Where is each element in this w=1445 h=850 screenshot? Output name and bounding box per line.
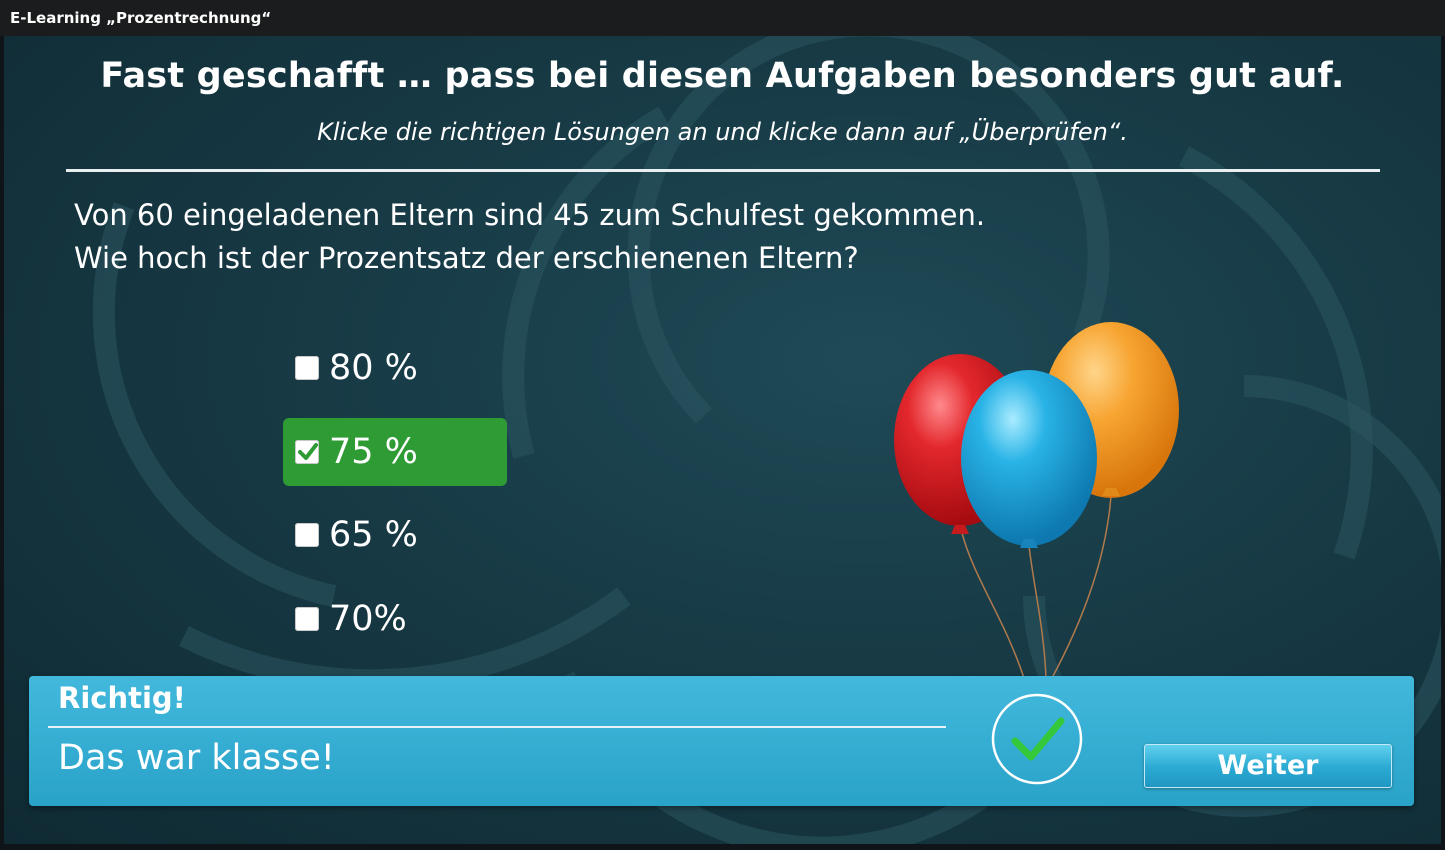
question-line-2: Wie hoch ist der Prozentsatz der erschie… <box>74 241 859 275</box>
feedback-title: Richtig! <box>58 681 186 715</box>
window-title: E-Learning „Prozentrechnung“ <box>0 0 1445 36</box>
slide-stage: Fast geschafft … pass bei diesen Aufgabe… <box>4 36 1441 844</box>
checkbox-unchecked-icon[interactable] <box>295 523 319 547</box>
answer-option-2-selected[interactable]: 75 % <box>283 418 507 486</box>
checkbox-unchecked-icon[interactable] <box>295 607 319 631</box>
answer-option-label: 65 % <box>329 515 418 555</box>
question-text: Von 60 eingeladenen Eltern sind 45 zum S… <box>74 194 1174 280</box>
feedback-divider <box>48 726 946 728</box>
slide-heading: Fast geschafft … pass bei diesen Aufgabe… <box>100 56 1345 96</box>
checkmark-circle-icon <box>991 693 1083 785</box>
heading-divider <box>66 169 1380 172</box>
checkbox-unchecked-icon[interactable] <box>295 356 319 380</box>
slide-instruction: Klicke die richtigen Lösungen an und kli… <box>317 118 1128 146</box>
answer-option-label: 70% <box>329 599 407 639</box>
balloons-illustration <box>894 322 1179 678</box>
answer-option-label: 80 % <box>329 348 418 388</box>
answer-option-label: 75 % <box>329 432 418 472</box>
answer-option-4[interactable]: 70% <box>283 585 507 653</box>
weiter-button[interactable]: Weiter <box>1144 744 1392 788</box>
question-line-1: Von 60 eingeladenen Eltern sind 45 zum S… <box>74 198 986 232</box>
feedback-panel: Richtig! Das war klasse! Weiter <box>29 676 1414 806</box>
feedback-message: Das war klasse! <box>58 738 335 778</box>
answer-option-3[interactable]: 65 % <box>283 501 507 569</box>
checkbox-checked-icon[interactable] <box>295 440 319 464</box>
answer-option-1[interactable]: 80 % <box>283 334 507 402</box>
